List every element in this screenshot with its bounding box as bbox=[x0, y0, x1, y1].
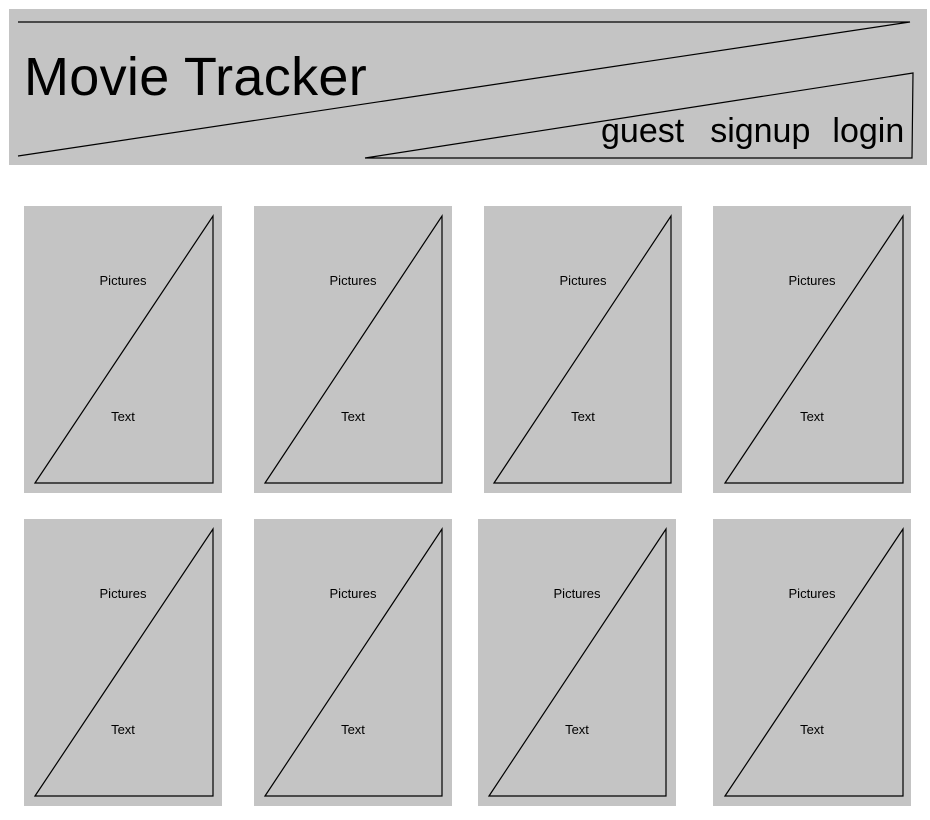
card-placeholder-graphic bbox=[33, 527, 214, 797]
card-text-label: Text bbox=[800, 409, 824, 424]
header-banner: Movie Tracker guest signup login bbox=[9, 9, 927, 165]
movie-card[interactable]: Pictures Text bbox=[24, 519, 222, 806]
card-placeholder-graphic bbox=[492, 214, 672, 484]
card-picture-label: Pictures bbox=[559, 273, 607, 288]
card-picture-label: Pictures bbox=[553, 586, 601, 601]
card-text-label: Text bbox=[571, 409, 595, 424]
card-text-label: Text bbox=[111, 409, 135, 424]
movie-card[interactable]: Pictures Text bbox=[713, 519, 911, 806]
app-title: Movie Tracker bbox=[24, 47, 367, 107]
card-text-label: Text bbox=[341, 409, 365, 424]
card-picture-label: Pictures bbox=[329, 273, 377, 288]
movie-card[interactable]: Pictures Text bbox=[478, 519, 676, 806]
nav-guest-link[interactable]: guest bbox=[601, 109, 684, 153]
card-placeholder-graphic bbox=[33, 214, 214, 484]
card-placeholder-graphic bbox=[723, 527, 904, 797]
movie-card[interactable]: Pictures Text bbox=[24, 206, 222, 493]
card-picture-label: Pictures bbox=[99, 586, 147, 601]
card-placeholder-graphic bbox=[263, 527, 443, 797]
card-picture-label: Pictures bbox=[99, 273, 147, 288]
movie-card[interactable]: Pictures Text bbox=[254, 519, 452, 806]
nav-signup-link[interactable]: signup bbox=[710, 109, 810, 153]
card-placeholder-graphic bbox=[487, 527, 667, 797]
card-text-label: Text bbox=[341, 722, 365, 737]
card-picture-label: Pictures bbox=[788, 586, 836, 601]
card-placeholder-graphic bbox=[723, 214, 904, 484]
card-picture-label: Pictures bbox=[788, 273, 836, 288]
movie-card[interactable]: Pictures Text bbox=[713, 206, 911, 493]
card-text-label: Text bbox=[111, 722, 135, 737]
card-picture-label: Pictures bbox=[329, 586, 377, 601]
card-text-label: Text bbox=[800, 722, 824, 737]
card-placeholder-graphic bbox=[263, 214, 443, 484]
card-text-label: Text bbox=[565, 722, 589, 737]
nav-login-link[interactable]: login bbox=[832, 109, 904, 153]
movie-card[interactable]: Pictures Text bbox=[254, 206, 452, 493]
header-nav: guest signup login bbox=[601, 109, 904, 153]
movie-card[interactable]: Pictures Text bbox=[484, 206, 682, 493]
